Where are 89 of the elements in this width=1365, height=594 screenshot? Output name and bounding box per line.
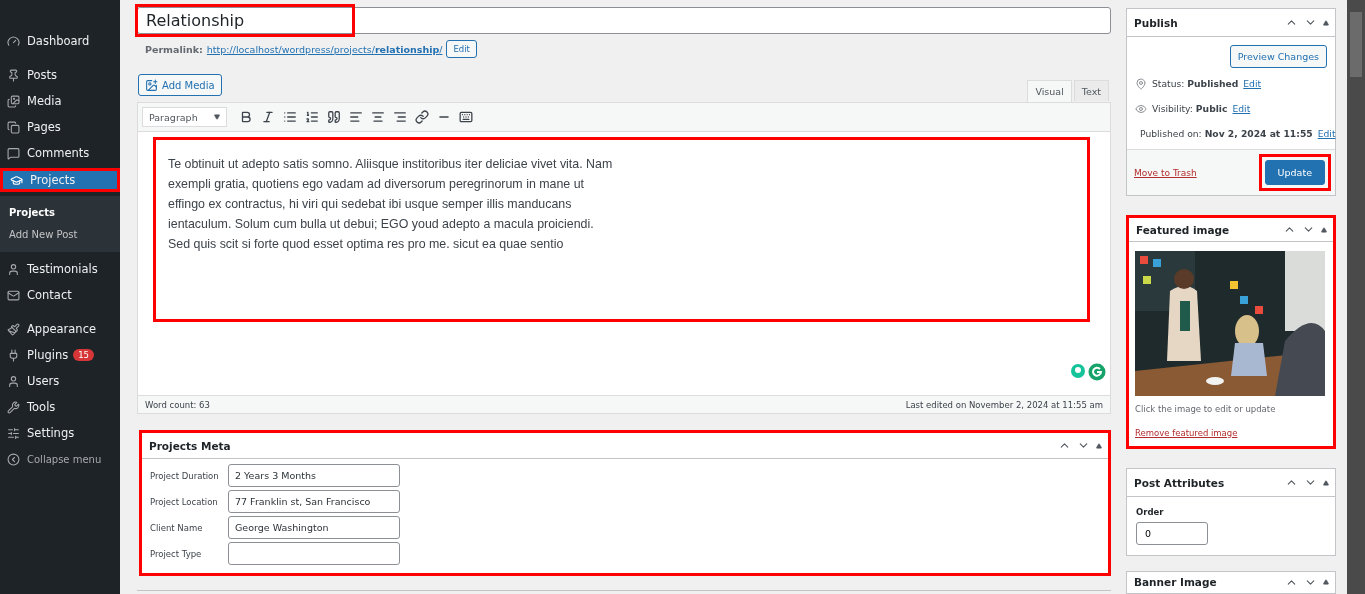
post-content: Te obtinuit ut adepto satis somno. Aliisque institoribus iter deliciae vivet vita. Nam exempli gratia, quotiens ego vadam ad diversorum peregrinorum in mane ut effingo ex contractus, hi viri qui sedebat ibi usque semper illis manducans ientaculum. Solum cum bulla ut debui; EGO youd adepto a macula proiciendi. Sed quis scit si forte quod esset optima res pro me. sicut ea quae sentio: [168, 156, 614, 253]
field-label: Project Duration: [150, 470, 220, 481]
word-count: Word count: 63: [145, 399, 210, 410]
last-edited-text: Last edited on November 2, 2024 at 11:55 am: [905, 399, 1103, 410]
input-field[interactable]: 77 Franklin st, San Francisco: [228, 490, 400, 513]
menu-item[interactable]: Appearance: [0, 316, 120, 342]
align-left-icon[interactable]: [349, 110, 363, 124]
title-field[interactable]: Relationship: [137, 7, 1111, 34]
editor-tab[interactable]: Text: [1073, 80, 1109, 101]
grammar-icon[interactable]: [1088, 363, 1106, 381]
hint-text: Click the image to edit or update: [1135, 404, 1277, 414]
align-right-icon[interactable]: [393, 110, 407, 124]
editor-tab[interactable]: Visual: [1027, 80, 1072, 102]
bulleted-list-icon[interactable]: [283, 110, 297, 124]
submenu-item[interactable]: Add New Post: [0, 224, 120, 246]
numbered-list-icon[interactable]: [305, 110, 319, 124]
order-label: Order: [1136, 507, 1165, 517]
add-media-button[interactable]: Add Media: [138, 74, 222, 96]
paintbrush-icon: [7, 322, 20, 336]
menu-item[interactable]: Contact: [0, 282, 120, 316]
menu-item[interactable]: Tools: [0, 394, 120, 420]
format-dropdown[interactable]: Paragraph: [142, 107, 227, 127]
box-title: Featured image: [1136, 223, 1230, 236]
pin-icon: [1135, 77, 1147, 90]
edit-link[interactable]: Edit: [1243, 78, 1262, 89]
submenu-item[interactable]: Projects: [0, 202, 120, 224]
input-field[interactable]: George Washington: [228, 516, 400, 539]
order-field[interactable]: 0: [1136, 522, 1208, 545]
toolbar-toggle-icon[interactable]: [459, 110, 473, 124]
italic-icon[interactable]: [261, 110, 275, 124]
box-title: Post Attributes: [1134, 476, 1225, 489]
quote-icon[interactable]: [327, 110, 341, 124]
collapse-toggle-icon[interactable]: [1323, 19, 1329, 26]
publish-info: Published on: Nov 2, 2024 at 11:55: [1140, 128, 1313, 139]
field-label: Project Location: [150, 496, 219, 507]
collapse-toggle-icon[interactable]: [1323, 479, 1329, 486]
link-icon[interactable]: [415, 110, 429, 124]
box-title: Publish: [1134, 16, 1178, 29]
menu-item[interactable]: Settings: [0, 420, 120, 446]
images-icon: [7, 94, 20, 108]
box-title: Banner Image: [1134, 576, 1217, 588]
person-icon: [7, 262, 20, 276]
pages-icon: [7, 120, 20, 134]
graduation-cap-icon: [10, 173, 23, 187]
edit-button[interactable]: Edit: [446, 40, 477, 58]
edit-link[interactable]: Edit: [1232, 103, 1251, 114]
menu-item[interactable]: Posts: [0, 62, 120, 88]
pin-icon: [7, 68, 20, 82]
wrench-icon: [7, 400, 20, 414]
menu-item[interactable]: Users: [0, 368, 120, 394]
bold-icon[interactable]: [239, 110, 253, 124]
field-label: Client Name: [150, 522, 204, 533]
gauge-icon: [7, 34, 20, 48]
update-button[interactable]: Update: [1264, 160, 1325, 185]
collapse-toggle-icon[interactable]: [1323, 579, 1329, 585]
field-label: Project Type: [150, 548, 203, 559]
remove-featured-image-link[interactable]: Remove featured image: [1135, 428, 1327, 438]
move-to-trash-link[interactable]: Move to Trash: [1134, 167, 1197, 178]
count-badge: 15: [73, 349, 95, 361]
menu-item[interactable]: Media: [0, 88, 120, 114]
input-field[interactable]: 2 Years 3 Months: [228, 464, 400, 487]
collapse-toggle-icon[interactable]: [1096, 442, 1102, 449]
collapse-icon: [7, 452, 20, 466]
collapse-toggle-icon[interactable]: [1321, 226, 1327, 233]
menu-item[interactable]: Pages: [0, 114, 120, 140]
sliders-icon: [7, 426, 20, 440]
eye-icon: [1135, 102, 1147, 115]
edit-link[interactable]: Edit: [1317, 128, 1336, 139]
scrollbar-thumb[interactable]: [1350, 12, 1362, 77]
publish-info: Visibility: Public: [1152, 103, 1228, 114]
collapse-menu-button[interactable]: Collapse menu: [0, 446, 120, 472]
menu-item[interactable]: Comments: [0, 140, 120, 166]
media-icon: [145, 78, 158, 92]
align-center-icon[interactable]: [371, 110, 385, 124]
speech-bubble-icon: [7, 146, 20, 160]
caret-icon: [214, 114, 220, 120]
envelope-icon: [7, 288, 20, 302]
plug-icon: [7, 348, 20, 362]
publish-info: Status: Published: [1152, 78, 1239, 89]
menu-item[interactable]: Plugins 15: [0, 342, 120, 368]
box-title: Projects Meta: [149, 439, 231, 452]
menu-item[interactable]: Testimonials: [0, 256, 120, 282]
preview-changes-button[interactable]: Preview Changes: [1229, 45, 1327, 68]
input-field[interactable]: [228, 542, 400, 565]
menu-item[interactable]: Projects: [0, 168, 120, 192]
permalink-link[interactable]: http://localhost/wordpress/projects/relationship/: [206, 43, 443, 55]
permalink-label: Permalink:: [145, 43, 203, 55]
menu-item[interactable]: Dashboard: [0, 28, 120, 62]
person-icon: [7, 374, 20, 388]
